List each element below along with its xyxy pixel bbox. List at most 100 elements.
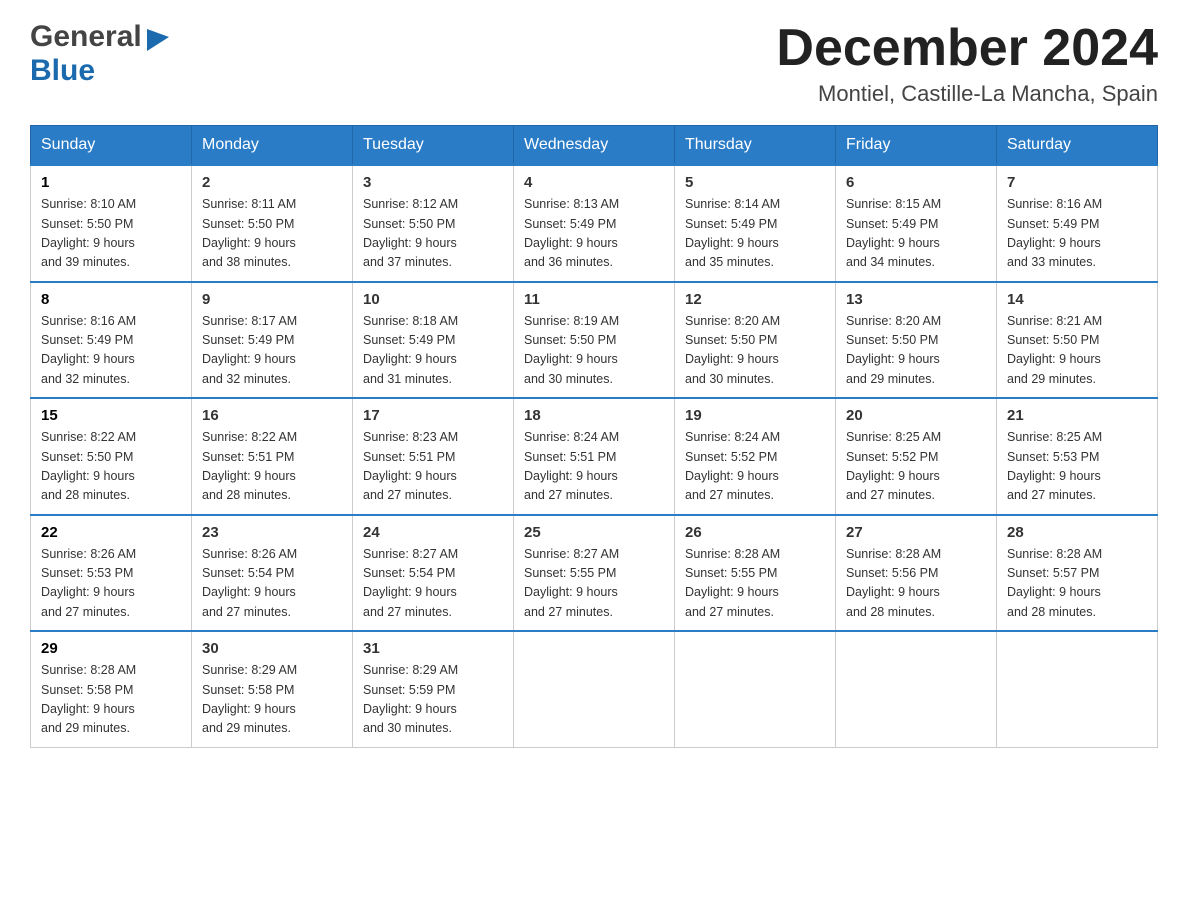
col-sunday: Sunday: [31, 126, 192, 166]
day-info: Sunrise: 8:20 AM Sunset: 5:50 PM Dayligh…: [846, 312, 986, 390]
calendar-table: Sunday Monday Tuesday Wednesday Thursday…: [30, 125, 1158, 748]
calendar-cell: 5 Sunrise: 8:14 AM Sunset: 5:49 PM Dayli…: [675, 165, 836, 282]
day-number: 5: [685, 174, 825, 191]
day-number: 24: [363, 524, 503, 541]
page-header: General Blue December 2024 Montiel, Cast…: [30, 20, 1158, 107]
logo-arrow-icon: [144, 23, 169, 51]
day-info: Sunrise: 8:26 AM Sunset: 5:53 PM Dayligh…: [41, 545, 181, 623]
calendar-cell: 8 Sunrise: 8:16 AM Sunset: 5:49 PM Dayli…: [31, 282, 192, 399]
col-wednesday: Wednesday: [514, 126, 675, 166]
day-number: 12: [685, 291, 825, 308]
calendar-cell: 31 Sunrise: 8:29 AM Sunset: 5:59 PM Dayl…: [353, 631, 514, 747]
calendar-cell: [836, 631, 997, 747]
col-tuesday: Tuesday: [353, 126, 514, 166]
day-number: 26: [685, 524, 825, 541]
day-info: Sunrise: 8:24 AM Sunset: 5:52 PM Dayligh…: [685, 428, 825, 506]
day-number: 16: [202, 407, 342, 424]
day-number: 2: [202, 174, 342, 191]
day-number: 8: [41, 291, 181, 308]
calendar-week-row: 15 Sunrise: 8:22 AM Sunset: 5:50 PM Dayl…: [31, 398, 1158, 515]
day-info: Sunrise: 8:19 AM Sunset: 5:50 PM Dayligh…: [524, 312, 664, 390]
calendar-cell: 6 Sunrise: 8:15 AM Sunset: 5:49 PM Dayli…: [836, 165, 997, 282]
day-number: 11: [524, 291, 664, 308]
col-friday: Friday: [836, 126, 997, 166]
day-number: 25: [524, 524, 664, 541]
day-number: 29: [41, 640, 181, 657]
col-monday: Monday: [192, 126, 353, 166]
day-info: Sunrise: 8:27 AM Sunset: 5:54 PM Dayligh…: [363, 545, 503, 623]
day-number: 7: [1007, 174, 1147, 191]
day-number: 17: [363, 407, 503, 424]
calendar-cell: 23 Sunrise: 8:26 AM Sunset: 5:54 PM Dayl…: [192, 515, 353, 632]
calendar-week-row: 1 Sunrise: 8:10 AM Sunset: 5:50 PM Dayli…: [31, 165, 1158, 282]
day-number: 27: [846, 524, 986, 541]
day-number: 14: [1007, 291, 1147, 308]
calendar-cell: 22 Sunrise: 8:26 AM Sunset: 5:53 PM Dayl…: [31, 515, 192, 632]
day-info: Sunrise: 8:24 AM Sunset: 5:51 PM Dayligh…: [524, 428, 664, 506]
calendar-cell: 25 Sunrise: 8:27 AM Sunset: 5:55 PM Dayl…: [514, 515, 675, 632]
day-number: 13: [846, 291, 986, 308]
day-number: 19: [685, 407, 825, 424]
calendar-cell: [675, 631, 836, 747]
day-number: 1: [41, 174, 181, 191]
calendar-cell: 15 Sunrise: 8:22 AM Sunset: 5:50 PM Dayl…: [31, 398, 192, 515]
calendar-cell: 3 Sunrise: 8:12 AM Sunset: 5:50 PM Dayli…: [353, 165, 514, 282]
day-info: Sunrise: 8:23 AM Sunset: 5:51 PM Dayligh…: [363, 428, 503, 506]
day-info: Sunrise: 8:25 AM Sunset: 5:52 PM Dayligh…: [846, 428, 986, 506]
day-info: Sunrise: 8:18 AM Sunset: 5:49 PM Dayligh…: [363, 312, 503, 390]
calendar-cell: 12 Sunrise: 8:20 AM Sunset: 5:50 PM Dayl…: [675, 282, 836, 399]
logo-general-text: General: [30, 20, 142, 54]
day-info: Sunrise: 8:10 AM Sunset: 5:50 PM Dayligh…: [41, 195, 181, 273]
day-info: Sunrise: 8:12 AM Sunset: 5:50 PM Dayligh…: [363, 195, 503, 273]
calendar-cell: 4 Sunrise: 8:13 AM Sunset: 5:49 PM Dayli…: [514, 165, 675, 282]
calendar-cell: 18 Sunrise: 8:24 AM Sunset: 5:51 PM Dayl…: [514, 398, 675, 515]
calendar-cell: 7 Sunrise: 8:16 AM Sunset: 5:49 PM Dayli…: [997, 165, 1158, 282]
calendar-cell: 24 Sunrise: 8:27 AM Sunset: 5:54 PM Dayl…: [353, 515, 514, 632]
day-info: Sunrise: 8:13 AM Sunset: 5:49 PM Dayligh…: [524, 195, 664, 273]
day-info: Sunrise: 8:28 AM Sunset: 5:58 PM Dayligh…: [41, 661, 181, 739]
calendar-week-row: 29 Sunrise: 8:28 AM Sunset: 5:58 PM Dayl…: [31, 631, 1158, 747]
day-info: Sunrise: 8:20 AM Sunset: 5:50 PM Dayligh…: [685, 312, 825, 390]
day-number: 30: [202, 640, 342, 657]
calendar-header-row: Sunday Monday Tuesday Wednesday Thursday…: [31, 126, 1158, 166]
calendar-cell: 2 Sunrise: 8:11 AM Sunset: 5:50 PM Dayli…: [192, 165, 353, 282]
month-title: December 2024: [776, 20, 1158, 77]
day-info: Sunrise: 8:29 AM Sunset: 5:59 PM Dayligh…: [363, 661, 503, 739]
calendar-cell: 16 Sunrise: 8:22 AM Sunset: 5:51 PM Dayl…: [192, 398, 353, 515]
logo: General Blue: [30, 20, 169, 88]
calendar-cell: 28 Sunrise: 8:28 AM Sunset: 5:57 PM Dayl…: [997, 515, 1158, 632]
calendar-week-row: 8 Sunrise: 8:16 AM Sunset: 5:49 PM Dayli…: [31, 282, 1158, 399]
calendar-cell: 20 Sunrise: 8:25 AM Sunset: 5:52 PM Dayl…: [836, 398, 997, 515]
day-info: Sunrise: 8:29 AM Sunset: 5:58 PM Dayligh…: [202, 661, 342, 739]
day-number: 21: [1007, 407, 1147, 424]
col-saturday: Saturday: [997, 126, 1158, 166]
day-number: 23: [202, 524, 342, 541]
calendar-cell: 14 Sunrise: 8:21 AM Sunset: 5:50 PM Dayl…: [997, 282, 1158, 399]
calendar-cell: 19 Sunrise: 8:24 AM Sunset: 5:52 PM Dayl…: [675, 398, 836, 515]
day-info: Sunrise: 8:22 AM Sunset: 5:50 PM Dayligh…: [41, 428, 181, 506]
day-info: Sunrise: 8:28 AM Sunset: 5:55 PM Dayligh…: [685, 545, 825, 623]
calendar-cell: 26 Sunrise: 8:28 AM Sunset: 5:55 PM Dayl…: [675, 515, 836, 632]
day-info: Sunrise: 8:28 AM Sunset: 5:57 PM Dayligh…: [1007, 545, 1147, 623]
day-info: Sunrise: 8:25 AM Sunset: 5:53 PM Dayligh…: [1007, 428, 1147, 506]
logo-blue-text: Blue: [30, 54, 95, 88]
calendar-cell: 10 Sunrise: 8:18 AM Sunset: 5:49 PM Dayl…: [353, 282, 514, 399]
day-number: 15: [41, 407, 181, 424]
title-area: December 2024 Montiel, Castille-La Manch…: [776, 20, 1158, 107]
col-thursday: Thursday: [675, 126, 836, 166]
day-info: Sunrise: 8:15 AM Sunset: 5:49 PM Dayligh…: [846, 195, 986, 273]
calendar-cell: 17 Sunrise: 8:23 AM Sunset: 5:51 PM Dayl…: [353, 398, 514, 515]
location-subtitle: Montiel, Castille-La Mancha, Spain: [776, 81, 1158, 107]
day-number: 20: [846, 407, 986, 424]
calendar-cell: 11 Sunrise: 8:19 AM Sunset: 5:50 PM Dayl…: [514, 282, 675, 399]
calendar-cell: 21 Sunrise: 8:25 AM Sunset: 5:53 PM Dayl…: [997, 398, 1158, 515]
calendar-cell: 27 Sunrise: 8:28 AM Sunset: 5:56 PM Dayl…: [836, 515, 997, 632]
day-number: 18: [524, 407, 664, 424]
day-number: 28: [1007, 524, 1147, 541]
day-info: Sunrise: 8:17 AM Sunset: 5:49 PM Dayligh…: [202, 312, 342, 390]
calendar-cell: 1 Sunrise: 8:10 AM Sunset: 5:50 PM Dayli…: [31, 165, 192, 282]
day-number: 6: [846, 174, 986, 191]
calendar-cell: 30 Sunrise: 8:29 AM Sunset: 5:58 PM Dayl…: [192, 631, 353, 747]
day-info: Sunrise: 8:27 AM Sunset: 5:55 PM Dayligh…: [524, 545, 664, 623]
day-number: 3: [363, 174, 503, 191]
